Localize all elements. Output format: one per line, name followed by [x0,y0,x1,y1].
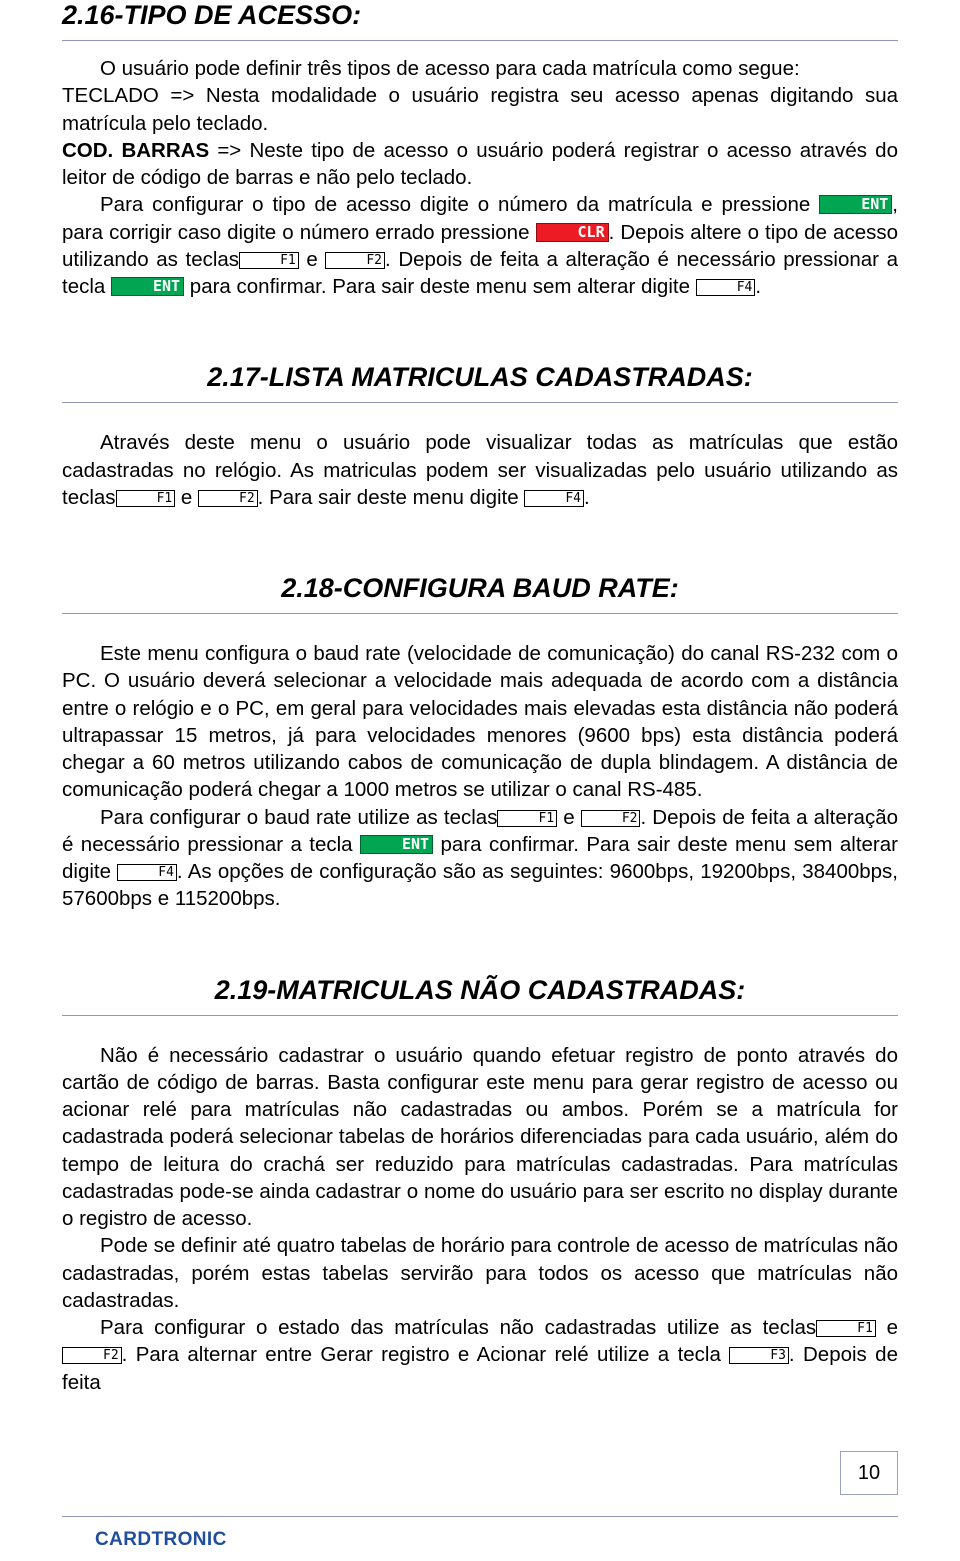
key-ent-icon: ENT [819,195,893,215]
label-cod-barras: COD. BARRAS [62,138,210,162]
paragraph-2-16-2: TECLADO => Nesta modalidade o usuário re… [62,84,898,135]
key-f1-icon: F1 [816,1320,876,1338]
paragraph-2-16-4: Para configurar o tipo de acesso digite … [62,193,898,299]
page-number: 10 [840,1451,898,1495]
paragraph-2-17-1: Através deste menu o usuário pode visual… [62,431,898,509]
section-title-2-18: 2.18-CONFIGURA BAUD RATE: [281,573,679,604]
section-title-2-19: 2.19-MATRICULAS NÃO CADASTRADAS: [214,974,746,1005]
paragraph-2-19-3: Para configurar o estado das matrículas … [62,1316,898,1394]
paragraph-2-19-2: Pode se definir até quatro tabelas de ho… [62,1234,898,1312]
section-configura-baud-rate: 2.18-CONFIGURA BAUD RATE: Este menu conf… [62,573,898,913]
key-f3-icon: F3 [729,1347,789,1365]
key-f4-icon: F4 [117,864,177,882]
key-f2-icon: F2 [325,251,386,269]
key-f4-icon: F4 [524,489,584,507]
key-f1-icon: F1 [239,251,299,269]
key-f4-icon: F4 [695,279,756,297]
key-f2-icon: F2 [580,809,641,827]
document-page: 2.16-TIPO DE ACESSO: O usuário pode defi… [0,0,960,1561]
paragraph-2-19-1: Não é necessário cadastrar o usuário qua… [62,1043,898,1231]
key-ent-icon: ENT [360,834,434,854]
paragraph-2-16-3: COD. BARRAS => Neste tipo de acesso o us… [62,138,898,190]
paragraph-2-18-1: Este menu configura o baud rate (velocid… [62,642,898,802]
key-f1-icon: F1 [497,809,558,827]
key-ent-icon: ENT [111,277,185,297]
section-tipo-de-acesso: 2.16-TIPO DE ACESSO: O usuário pode defi… [62,0,898,300]
section-matriculas-nao-cadastradas: 2.19-MATRICULAS NÃO CADASTRADAS: Não é n… [62,975,898,1396]
section-lista-matriculas: 2.17-LISTA MATRICULAS CADASTRADAS: Atrav… [62,362,898,511]
key-f2-icon: F2 [198,489,258,507]
key-f1-icon: F1 [115,489,176,507]
key-f2-icon: F2 [62,1347,122,1365]
footer-divider [62,1516,898,1517]
paragraph-2-16-1: O usuário pode definir três tipos de ace… [100,57,800,81]
footer-brand: CARDTRONIC [95,1529,227,1550]
section-title-2-16: 2.16-TIPO DE ACESSO: [62,0,362,30]
section-title-2-17: 2.17-LISTA MATRICULAS CADASTRADAS: [207,362,753,393]
page-number-value: 10 [857,1461,881,1484]
paragraph-2-18-2: Para configurar o baud rate utilize as t… [62,805,898,911]
key-clr-icon: CLR [535,222,609,242]
